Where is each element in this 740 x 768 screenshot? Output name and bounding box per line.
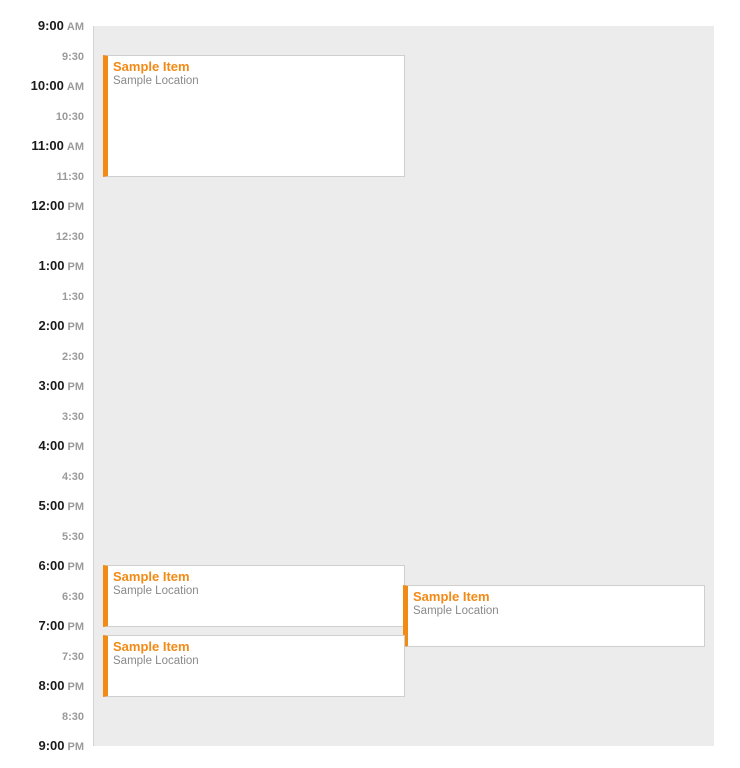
time-label: 1:00 PM — [38, 258, 85, 274]
time-label: 11:30 — [56, 169, 84, 183]
time-label-ampm: PM — [67, 681, 85, 693]
calendar-event[interactable]: Sample Item Sample Location — [103, 55, 405, 177]
time-label: 8:30 — [62, 709, 84, 723]
event-title: Sample Item — [413, 589, 490, 604]
time-label-ampm: PM — [67, 201, 85, 213]
time-label-ampm: PM — [67, 441, 85, 453]
time-label: 6:00 PM — [38, 558, 85, 574]
time-label-time: 2:00 — [38, 318, 65, 333]
event-location: Sample Location — [413, 605, 499, 617]
event-location: Sample Location — [113, 585, 199, 597]
time-label: 1:30 — [62, 289, 84, 303]
time-label-ampm: PM — [67, 741, 85, 753]
time-label-time: 8:00 — [38, 678, 65, 693]
time-label-time: 12:30 — [55, 231, 84, 243]
time-label-time: 5:30 — [61, 531, 84, 543]
time-label-time: 1:30 — [61, 291, 84, 303]
time-axis: 9:00 AM 9:30 10:00 AM 10:30 11:00 AM 11:30 12:00 P… — [0, 0, 92, 768]
time-label: 3:30 — [62, 409, 84, 423]
time-label: 9:00 AM — [37, 18, 84, 34]
time-label-time: 10:30 — [55, 111, 84, 123]
time-label: 12:30 — [56, 229, 84, 243]
event-title: Sample Item — [113, 639, 190, 654]
time-label-time: 6:00 — [38, 558, 65, 573]
time-label-ampm: PM — [67, 261, 85, 273]
time-label-time: 12:00 — [31, 198, 65, 213]
time-label-time: 8:30 — [61, 711, 84, 723]
time-label: 5:30 — [62, 529, 84, 543]
time-label-time: 5:00 — [38, 498, 65, 513]
time-label: 5:00 PM — [38, 498, 85, 514]
time-label-time: 7:30 — [61, 651, 84, 663]
event-location: Sample Location — [113, 655, 199, 667]
time-label-ampm: PM — [67, 621, 85, 633]
time-label: 2:30 — [62, 349, 84, 363]
event-title: Sample Item — [113, 59, 190, 74]
time-label-time: 3:00 — [38, 378, 65, 393]
time-label-ampm: PM — [67, 321, 85, 333]
time-label-time: 2:30 — [61, 351, 84, 363]
time-label: 9:00 PM — [38, 738, 85, 754]
calendar-event[interactable]: Sample Item Sample Location — [403, 585, 705, 647]
time-label-time: 11:00 — [31, 138, 64, 153]
time-label-time: 10:00 — [30, 78, 64, 93]
time-label: 6:30 — [62, 589, 84, 603]
time-label-ampm: AM — [66, 141, 84, 153]
time-label-time: 1:00 — [38, 258, 65, 273]
time-label: 3:00 PM — [38, 378, 85, 394]
time-label: 10:00 AM — [30, 78, 84, 94]
time-label: 7:30 — [62, 649, 84, 663]
calendar-event[interactable]: Sample Item Sample Location — [103, 565, 405, 627]
time-label: 4:00 PM — [38, 438, 85, 454]
time-label-ampm: PM — [67, 561, 85, 573]
time-label-time: 4:30 — [61, 471, 84, 483]
time-label-ampm: AM — [66, 21, 84, 33]
time-label: 9:30 — [62, 49, 84, 63]
calendar-event[interactable]: Sample Item Sample Location — [103, 635, 405, 697]
time-label-time: 9:00 — [38, 738, 65, 753]
time-label: 2:00 PM — [38, 318, 85, 334]
time-label-time: 9:30 — [61, 51, 84, 63]
time-label-ampm: PM — [67, 501, 85, 513]
time-label-time: 6:30 — [61, 591, 84, 603]
time-label: 12:00 PM — [31, 198, 85, 214]
time-label-time: 4:00 — [38, 438, 65, 453]
time-label-time: 3:30 — [61, 411, 84, 423]
time-label: 10:30 — [56, 109, 84, 123]
time-label-ampm: AM — [66, 81, 84, 93]
time-label: 11:00 AM — [31, 138, 84, 154]
time-label-time: 7:00 — [38, 618, 65, 633]
time-label: 8:00 PM — [38, 678, 85, 694]
day-calendar: 9:00 AM 9:30 10:00 AM 10:30 11:00 AM 11:30 12:00 P… — [0, 0, 740, 768]
time-label-time: 9:00 — [37, 18, 64, 33]
time-label-ampm: PM — [67, 381, 85, 393]
event-location: Sample Location — [113, 75, 199, 87]
event-title: Sample Item — [113, 569, 190, 584]
time-label-time: 11:30 — [56, 171, 84, 183]
time-label: 4:30 — [62, 469, 84, 483]
time-label: 7:00 PM — [38, 618, 85, 634]
